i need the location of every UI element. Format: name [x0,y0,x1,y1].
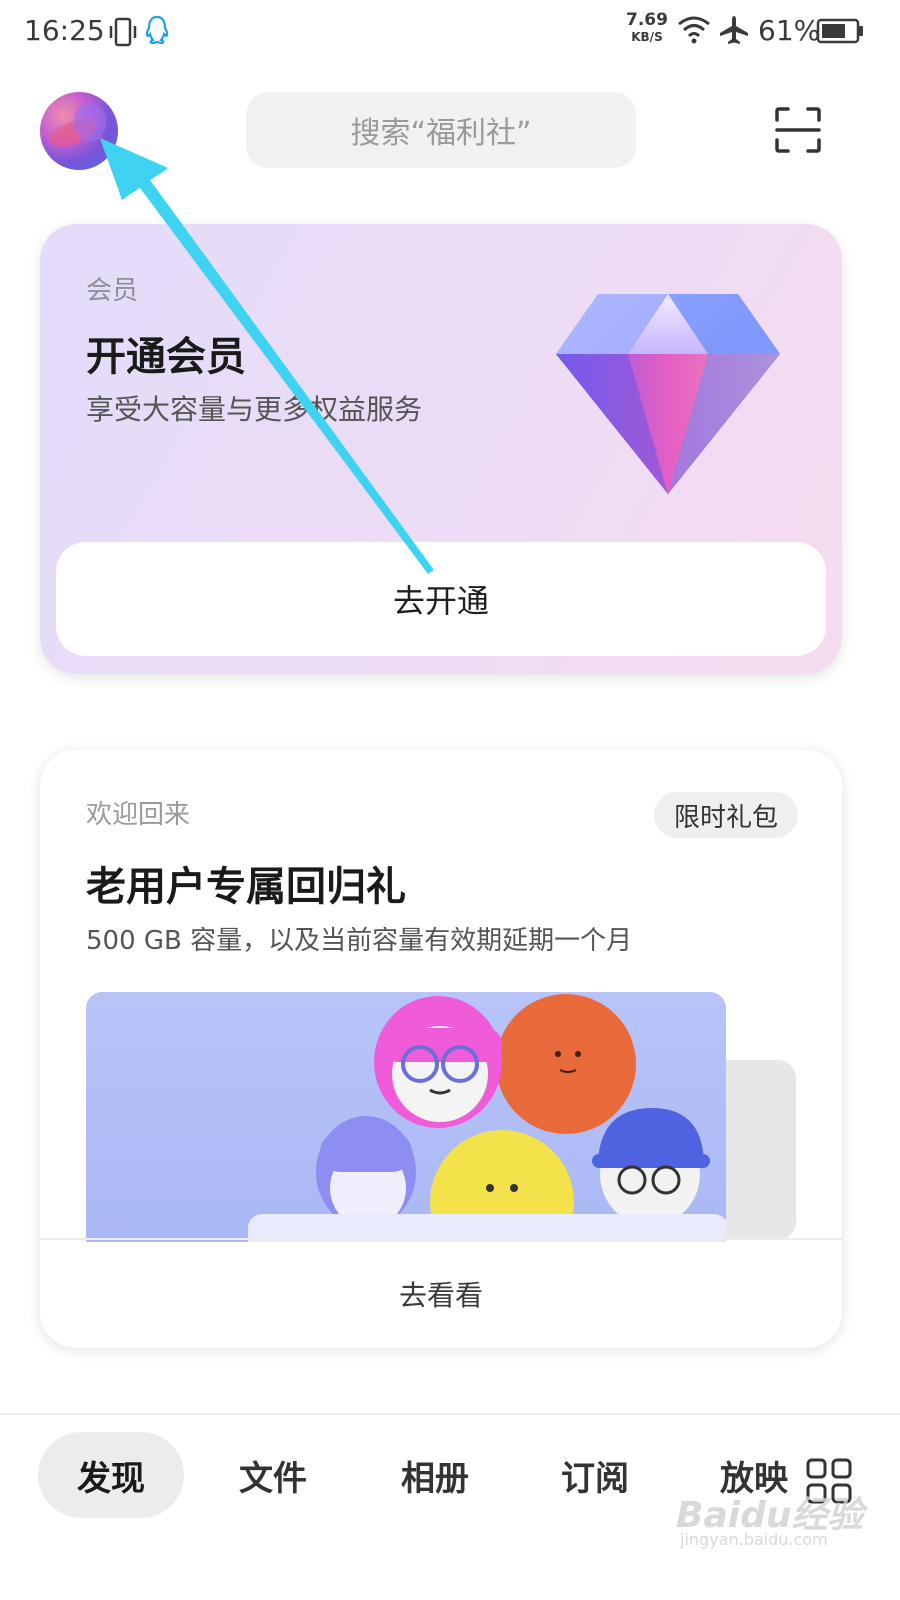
baidu-watermark-url: jingyan.baidu.com [680,1530,828,1549]
avatar-pattern [74,102,106,142]
search-placeholder: 搜索“福利社” [350,116,532,151]
view-button[interactable]: 去看看 [40,1240,842,1348]
network-speed-unit: KB/S [631,30,663,44]
scan-icon[interactable] [774,106,822,158]
qq-notification-icon [144,14,170,50]
limited-gift-badge: 限时礼包 [654,792,799,838]
status-bar: 16:25 7.69 KB/S 61% [0,0,900,64]
battery-icon [816,18,864,48]
welcome-subtitle: 500 GB 容量，以及当前容量有效期延期一个月 [86,926,633,956]
battery-percent: 61% [758,14,821,47]
diamond-icon [548,288,788,502]
characters-illustration [248,994,726,1242]
welcome-title: 老用户专属回归礼 [86,864,406,910]
network-speed-value: 7.69 [626,10,668,30]
vibrate-icon [108,16,138,52]
tab-files[interactable]: 文件 [200,1432,346,1518]
network-speed: 7.69 KB/S [626,10,668,44]
status-time: 16:25 [24,14,105,47]
airplane-mode-icon [718,14,750,50]
member-subtitle: 享受大容量与更多权益服务 [86,393,423,426]
nav-divider [0,1413,900,1415]
member-card[interactable]: 会员 开通会员 享受大容量与更多权益服务 去开通 [40,224,842,674]
welcome-card[interactable]: 欢迎回来 限时礼包 老用户专属回归礼 500 GB 容量，以及当前容量有效期延期… [40,750,842,1348]
user-avatar[interactable] [40,92,118,170]
welcome-label: 欢迎回来 [86,800,191,830]
member-label: 会员 [86,276,139,306]
tab-subscriptions[interactable]: 订阅 [522,1432,668,1518]
wifi-icon [676,14,712,48]
member-title: 开通会员 [86,334,246,380]
search-bar[interactable]: 搜索“福利社” [246,92,636,168]
activate-member-button[interactable]: 去开通 [56,542,826,656]
promo-banner-image[interactable] [86,992,726,1242]
tab-discover[interactable]: 发现 [38,1432,184,1518]
tab-albums[interactable]: 相册 [362,1432,508,1518]
